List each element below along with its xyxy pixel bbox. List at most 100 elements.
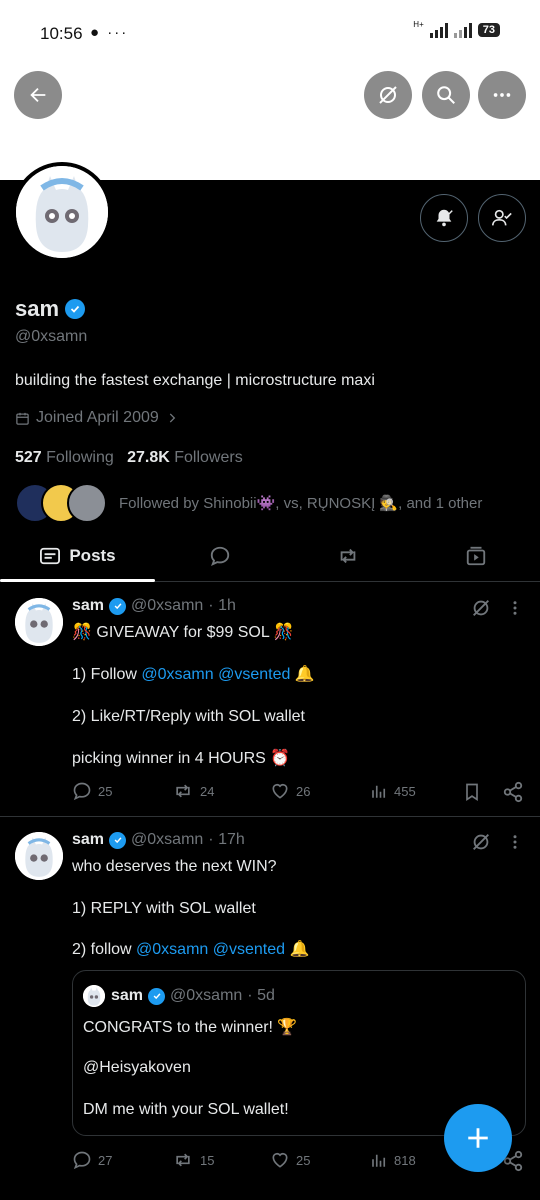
post-text-segment: 1) Follow bbox=[72, 666, 142, 683]
verified-badge-icon bbox=[109, 831, 127, 849]
tab-replies[interactable] bbox=[180, 530, 260, 582]
quoted-text-line: DM me with your SOL wallet! bbox=[83, 1101, 289, 1118]
notification-icons: ● ··· bbox=[90, 24, 129, 41]
post-text-segment: 🔔 bbox=[290, 666, 315, 683]
joined-text: Joined April 2009 bbox=[36, 409, 159, 426]
reply-icon bbox=[73, 782, 91, 801]
more-vertical-icon[interactable] bbox=[506, 833, 524, 851]
like-button[interactable]: 26 bbox=[270, 781, 310, 801]
post-time: · 1h bbox=[208, 597, 236, 614]
calendar-icon bbox=[16, 412, 29, 425]
post-text-line: 🎊 GIVEAWAY for $99 SOL 🎊 bbox=[72, 624, 294, 641]
tab-media[interactable] bbox=[436, 530, 516, 582]
notifications-subscribe-button[interactable] bbox=[420, 194, 468, 242]
like-button[interactable]: 25 bbox=[270, 1150, 310, 1170]
followed-by-text: Followed by Shinobii👾, vs, RŲNOSKĮ 🕵, an… bbox=[119, 495, 483, 512]
compose-post-button[interactable] bbox=[444, 1104, 512, 1172]
follow-stats: 527 Following 27.8K Followers bbox=[15, 449, 243, 467]
post-text-line: 2) Like/RT/Reply with SOL wallet bbox=[72, 708, 305, 725]
following-button[interactable] bbox=[478, 194, 526, 242]
post-item[interactable]: sam @0xsamn · 1h 🎊 GIVEAWAY for $99 SOL … bbox=[0, 583, 540, 817]
views-button[interactable]: 455 bbox=[370, 781, 416, 801]
grok-icon[interactable] bbox=[470, 831, 492, 853]
mention-link[interactable]: @vsented bbox=[213, 941, 285, 958]
quoted-text-line: CONGRATS to the winner! 🏆 bbox=[83, 1019, 298, 1036]
post-header: sam @0xsamn · 17h bbox=[72, 831, 245, 849]
tab-highlights[interactable] bbox=[308, 530, 388, 582]
repost-icon bbox=[176, 1153, 190, 1167]
grok-button[interactable] bbox=[364, 71, 412, 119]
repost-icon bbox=[340, 548, 356, 564]
cat-avatar-image bbox=[15, 598, 63, 646]
more-vertical-icon[interactable] bbox=[506, 599, 524, 617]
tab-posts[interactable]: Posts bbox=[0, 530, 155, 582]
signal-icon-2 bbox=[453, 22, 472, 38]
profile-banner bbox=[0, 60, 540, 180]
profile-tabs: Posts bbox=[0, 530, 540, 582]
chevron-right-icon bbox=[169, 413, 176, 423]
followers-label: Followers bbox=[174, 449, 243, 466]
arrow-left-icon bbox=[30, 87, 46, 103]
repost-count: 15 bbox=[200, 1152, 215, 1168]
heart-icon bbox=[272, 1152, 288, 1168]
signal-icon bbox=[429, 22, 448, 38]
profile-avatar[interactable] bbox=[12, 162, 112, 262]
followers-count: 27.8K bbox=[127, 449, 170, 466]
post-text-line: 2) follow @0xsamn @vsented 🔔 bbox=[72, 939, 309, 960]
plus-icon bbox=[468, 1128, 488, 1148]
mention-link[interactable]: @vsented bbox=[218, 666, 290, 683]
quoted-header: sam @0xsamn · 5d bbox=[111, 987, 275, 1005]
views-count: 818 bbox=[394, 1152, 416, 1168]
quoted-text-line: @Heisyakoven bbox=[83, 1059, 191, 1076]
reply-button[interactable]: 27 bbox=[72, 1150, 112, 1170]
post-text-segment: 🔔 bbox=[285, 941, 310, 958]
repost-button[interactable]: 24 bbox=[172, 781, 214, 801]
profile-bio: building the fastest exchange | microstr… bbox=[15, 372, 375, 389]
post-author-name[interactable]: sam bbox=[72, 597, 104, 615]
search-button[interactable] bbox=[422, 71, 470, 119]
back-button[interactable] bbox=[14, 71, 62, 119]
post-text-line: picking winner in 4 HOURS ⏰ bbox=[72, 750, 291, 767]
bookmark-icon[interactable] bbox=[462, 781, 482, 803]
reply-button[interactable]: 25 bbox=[72, 781, 112, 801]
post-text-line: 1) REPLY with SOL wallet bbox=[72, 900, 256, 917]
network-type: H+ bbox=[413, 19, 424, 29]
post-author-name[interactable]: sam bbox=[72, 831, 104, 849]
followed-by-row[interactable]: Followed by Shinobii👾, vs, RŲNOSKĮ 🕵, an… bbox=[15, 482, 482, 524]
followers-link[interactable]: 27.8K Followers bbox=[127, 449, 243, 466]
follower-avatar-3 bbox=[67, 483, 107, 523]
grok-icon[interactable] bbox=[470, 597, 492, 619]
battery-icon: 73 bbox=[477, 23, 500, 37]
reply-bubble-icon bbox=[210, 546, 230, 567]
cat-avatar-image bbox=[15, 832, 63, 880]
like-count: 26 bbox=[296, 783, 311, 799]
post-avatar[interactable] bbox=[15, 832, 63, 880]
tab-posts-label: Posts bbox=[69, 546, 116, 565]
search-icon bbox=[437, 86, 455, 104]
following-link[interactable]: 527 Following bbox=[15, 449, 114, 466]
post-text-line: 1) Follow @0xsamn @vsented 🔔 bbox=[72, 664, 315, 685]
more-button[interactable] bbox=[478, 71, 526, 119]
post-time: · 17h bbox=[208, 831, 245, 848]
repost-icon bbox=[176, 784, 190, 798]
verified-badge-icon bbox=[109, 597, 127, 615]
user-check-icon bbox=[492, 209, 512, 226]
repost-button[interactable]: 15 bbox=[172, 1150, 214, 1170]
heart-icon bbox=[272, 783, 288, 799]
post-header: sam @0xsamn · 1h bbox=[72, 597, 236, 615]
post-text-segment: 2) follow bbox=[72, 941, 137, 958]
mention-link[interactable]: @0xsamn bbox=[136, 941, 208, 958]
joined-date[interactable]: Joined April 2009 bbox=[15, 409, 179, 427]
mention-link[interactable]: @0xsamn bbox=[141, 666, 213, 683]
profile-handle: @0xsamn bbox=[15, 328, 88, 345]
share-icon[interactable] bbox=[502, 781, 524, 803]
active-tab-indicator bbox=[0, 579, 155, 582]
post-avatar[interactable] bbox=[15, 598, 63, 646]
post-author-handle: @0xsamn bbox=[131, 831, 204, 848]
status-right: H+ 73 bbox=[413, 19, 500, 38]
status-time: 10:56 bbox=[40, 24, 83, 43]
views-button[interactable]: 818 bbox=[370, 1150, 416, 1170]
reply-icon bbox=[73, 1151, 91, 1170]
quoted-author-name: sam bbox=[111, 987, 144, 1004]
reply-count: 25 bbox=[98, 783, 113, 799]
